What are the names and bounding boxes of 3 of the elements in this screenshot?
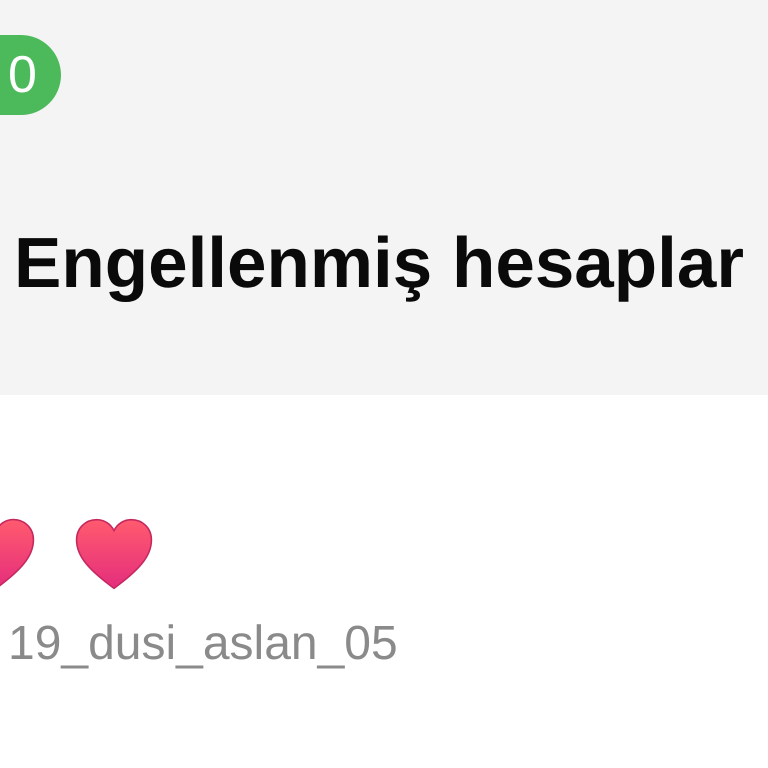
username-text: 19_dusi_aslan_05 [8, 620, 398, 668]
heart-icon [75, 518, 153, 590]
count-badge: 0 [0, 35, 61, 115]
